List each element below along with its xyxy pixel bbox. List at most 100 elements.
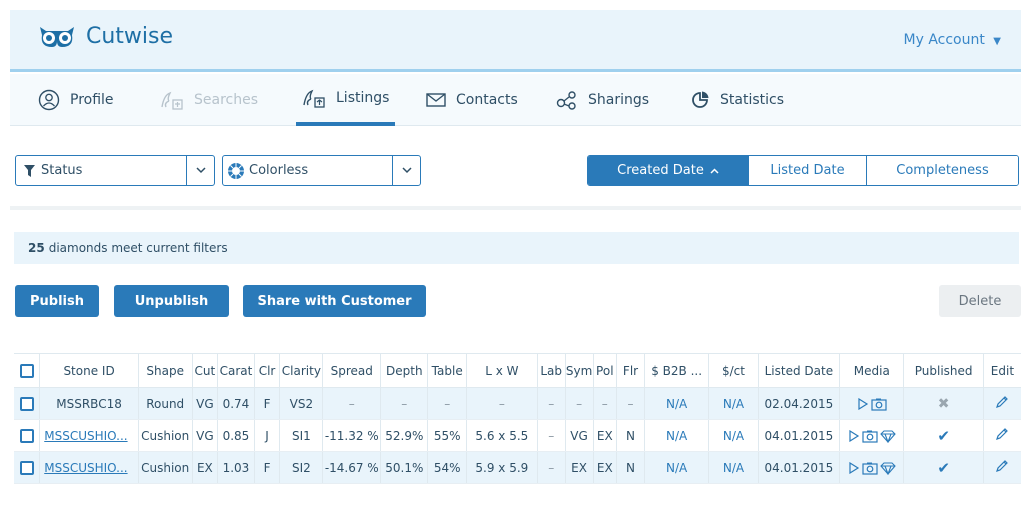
nav-tab-contacts[interactable]: Contacts — [426, 74, 518, 126]
column-header[interactable]: Depth — [380, 353, 428, 388]
cell-b2b: N/A — [643, 451, 709, 484]
nav-tab-statistics[interactable]: Statistics — [690, 74, 784, 126]
row-checkbox[interactable] — [19, 460, 34, 475]
status-filter-label: Status — [41, 163, 83, 178]
column-header[interactable]: Cut — [191, 353, 218, 388]
diamond-icon[interactable] — [879, 461, 897, 476]
cell-perct: N/A — [708, 387, 759, 420]
nav-label-contacts: Contacts — [456, 92, 518, 108]
my-account-dropdown[interactable]: My Account ▼ — [904, 32, 1002, 48]
results-info-bar: 25 diamonds meet current filters — [14, 232, 1019, 264]
cell-carat: 0.74 — [217, 387, 255, 420]
column-header[interactable]: $ B2B ... — [643, 353, 709, 388]
table-row[interactable]: MSSRBC18 Round VG 0.74 F VS2 – – – – – – – – N/A N/A 02.… — [14, 387, 1021, 420]
nav-tab-searches[interactable]: Searches — [160, 74, 258, 126]
cell-edit[interactable] — [982, 387, 1021, 420]
column-header[interactable]: Lab — [536, 353, 566, 388]
column-header[interactable]: Listed Date — [757, 353, 840, 388]
column-header[interactable]: L x W — [465, 353, 538, 388]
nav-tab-listings[interactable]: Listings — [296, 74, 396, 126]
unpublish-label: Unpublish — [134, 293, 209, 309]
cell-published: ✔ — [903, 451, 984, 484]
listings-icon — [302, 87, 326, 109]
publish-button[interactable]: Publish — [15, 285, 99, 317]
row-checkbox[interactable] — [19, 428, 34, 443]
pencil-icon[interactable] — [995, 396, 1009, 412]
column-header[interactable]: Spread — [322, 353, 381, 388]
cell-shape: Round — [137, 387, 192, 420]
color-filter-label: Colorless — [249, 163, 309, 178]
cell-edit[interactable] — [982, 419, 1021, 452]
row-select-cell[interactable] — [14, 419, 40, 452]
column-header[interactable]: Stone ID — [39, 353, 139, 388]
cell-value: -14.67 % — [324, 460, 379, 475]
cell-listed: 04.01.2015 — [757, 451, 840, 484]
stone-id[interactable]: MSSCUSHIO... — [44, 461, 127, 475]
filter-icon — [24, 164, 35, 177]
play-icon[interactable] — [847, 429, 861, 443]
cell-value: – — [401, 396, 408, 411]
pencil-icon[interactable] — [995, 428, 1009, 444]
sort-completeness-button[interactable]: Completeness — [866, 156, 1018, 185]
chevron-down-icon[interactable] — [186, 156, 214, 185]
cell-value: Round — [146, 396, 185, 411]
column-header[interactable]: Sym — [564, 353, 593, 388]
sort-button-group: Created Date Listed Date Completeness — [587, 155, 1019, 186]
cell-stone-id[interactable]: MSSCUSHIO... — [39, 451, 139, 484]
nav-tab-sharings[interactable]: Sharings — [556, 74, 649, 126]
color-filter-select[interactable]: Colorless — [222, 155, 421, 186]
cell-lab: – — [536, 387, 566, 420]
play-icon[interactable] — [847, 461, 861, 475]
cell-value: N — [626, 428, 635, 443]
select-all-cell[interactable] — [14, 353, 40, 388]
sort-listed-date-button[interactable]: Listed Date — [748, 156, 866, 185]
share-with-customer-button[interactable]: Share with Customer — [243, 285, 426, 317]
select-all-checkbox[interactable] — [19, 363, 34, 378]
sort-created-date-button[interactable]: Created Date — [588, 156, 748, 185]
cell-lxw: 5.6 x 5.5 — [465, 419, 538, 452]
cell-edit[interactable] — [982, 451, 1021, 484]
row-checkbox[interactable] — [19, 396, 34, 411]
stone-id[interactable]: MSSCUSHIO... — [44, 429, 127, 443]
camera-icon[interactable] — [861, 429, 879, 443]
pie-chart-icon — [690, 90, 710, 110]
row-select-cell[interactable] — [14, 451, 40, 484]
cell-clarity: VS2 — [279, 387, 323, 420]
row-select-cell[interactable] — [14, 387, 40, 420]
table-header-row: Stone ID Shape Cut Carat Clr Clarity Spr… — [14, 353, 1021, 388]
cell-depth: – — [380, 387, 428, 420]
column-header[interactable]: Clarity — [279, 353, 323, 388]
nav-label-searches: Searches — [194, 92, 259, 108]
column-header[interactable]: Published — [903, 353, 984, 388]
column-header: Media — [839, 353, 904, 388]
play-icon[interactable] — [856, 397, 870, 411]
camera-icon[interactable] — [870, 397, 888, 411]
column-header[interactable]: Table — [427, 353, 467, 388]
delete-button[interactable]: Delete — [939, 285, 1021, 317]
column-header[interactable]: Flr — [616, 353, 645, 388]
column-header[interactable]: Pol — [592, 353, 617, 388]
chevron-down-icon[interactable] — [392, 156, 420, 185]
cell-value: VG — [196, 396, 214, 411]
cell-spread: -11.32 % — [322, 419, 381, 452]
search-users-icon — [160, 89, 184, 111]
cell-shape: Cushion — [137, 451, 192, 484]
cross-icon: ✖ — [937, 395, 950, 412]
sort-completeness-label: Completeness — [896, 163, 989, 178]
table-row[interactable]: MSSCUSHIO... Cushion VG 0.85 J SI1 -11.32 % 52.… — [14, 419, 1021, 452]
unpublish-button[interactable]: Unpublish — [114, 285, 229, 317]
pencil-icon[interactable] — [995, 460, 1009, 476]
column-header[interactable]: Carat — [217, 353, 255, 388]
brand-logo[interactable]: Cutwise — [38, 23, 173, 49]
status-filter-select[interactable]: Status — [15, 155, 215, 186]
nav-tab-profile[interactable]: Profile — [38, 74, 114, 126]
cell-table: 55% — [427, 419, 467, 452]
diamond-icon[interactable] — [879, 429, 897, 444]
table-row[interactable]: MSSCUSHIO... Cushion EX 1.03 F SI2 -14.67 % 50.… — [14, 451, 1021, 484]
column-header[interactable]: Shape — [137, 353, 192, 388]
camera-icon[interactable] — [861, 461, 879, 475]
cell-stone-id[interactable]: MSSCUSHIO... — [39, 419, 139, 452]
column-header[interactable]: $/ct — [708, 353, 759, 388]
column-header[interactable]: Clr — [253, 353, 280, 388]
cell-value: N/A — [666, 428, 688, 443]
